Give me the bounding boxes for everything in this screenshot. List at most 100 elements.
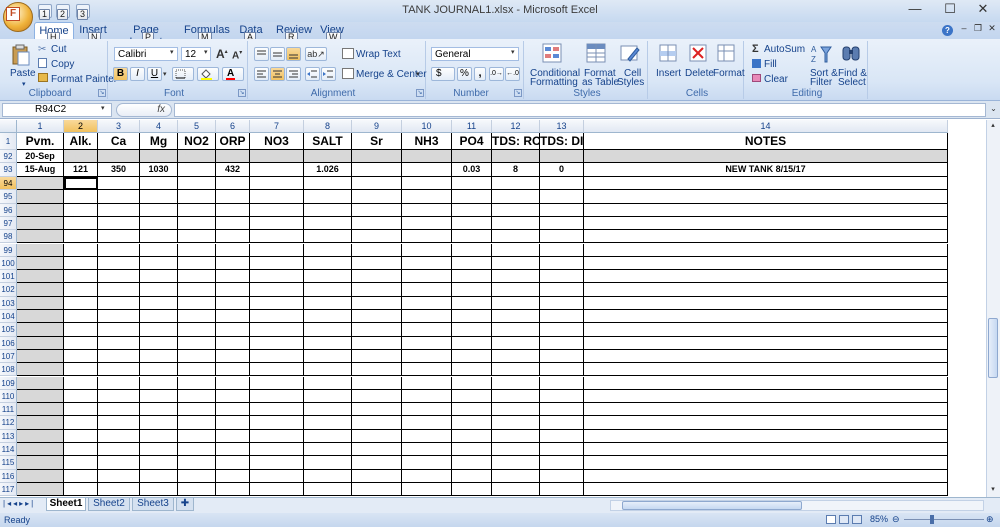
cell[interactable] [402, 256, 452, 271]
shrink-font-icon[interactable]: A▾ [232, 49, 242, 61]
cell[interactable] [492, 443, 540, 457]
insert-function-button[interactable]: fx [116, 103, 172, 117]
column-header[interactable]: 1 [17, 120, 64, 133]
copy-button[interactable]: Copy [51, 59, 74, 70]
row-header[interactable]: 97 [0, 216, 17, 231]
row-header[interactable]: 94 [0, 177, 17, 191]
cell[interactable] [304, 443, 352, 457]
paste-icon[interactable] [10, 44, 30, 66]
cell[interactable] [304, 203, 352, 217]
cell[interactable] [304, 349, 352, 364]
cell[interactable] [140, 203, 178, 217]
cell[interactable] [98, 403, 140, 417]
cell[interactable] [492, 323, 540, 337]
cell[interactable] [352, 150, 402, 163]
align-bottom-icon[interactable] [286, 47, 301, 61]
cell[interactable] [584, 177, 948, 191]
font-launcher-icon[interactable]: ↘ [238, 89, 246, 97]
cell[interactable] [178, 363, 216, 377]
row-header[interactable]: 1 [0, 133, 17, 150]
grow-font-icon[interactable]: A▴ [216, 47, 228, 61]
cell[interactable] [352, 416, 402, 430]
cell[interactable] [584, 389, 948, 404]
cell[interactable] [216, 323, 250, 337]
cell[interactable] [352, 456, 402, 470]
cell[interactable] [17, 190, 64, 204]
page-layout-view-icon[interactable] [839, 515, 849, 524]
header-cell[interactable]: PO4 [452, 133, 492, 150]
cell[interactable] [352, 283, 402, 297]
cell[interactable] [250, 270, 304, 284]
cell[interactable] [540, 296, 584, 310]
cell[interactable] [452, 416, 492, 430]
column-header[interactable]: 11 [452, 120, 492, 133]
cell[interactable] [584, 456, 948, 470]
cell[interactable] [64, 376, 98, 390]
row-header[interactable]: 106 [0, 336, 17, 350]
cell[interactable] [452, 270, 492, 284]
column-header[interactable]: 9 [352, 120, 402, 133]
cell[interactable] [492, 429, 540, 443]
column-header[interactable]: 8 [304, 120, 352, 133]
cell[interactable] [140, 296, 178, 310]
cell[interactable] [352, 469, 402, 483]
cell[interactable] [540, 177, 584, 191]
cell[interactable] [402, 203, 452, 217]
cell[interactable] [540, 203, 584, 217]
cell[interactable] [17, 349, 64, 364]
increase-indent-icon[interactable] [321, 67, 336, 81]
zoom-slider[interactable] [904, 519, 984, 520]
cell[interactable]: 1.026 [304, 163, 352, 177]
cell[interactable] [64, 389, 98, 404]
clear-button[interactable]: Clear [764, 74, 788, 85]
cell[interactable] [352, 429, 402, 443]
cell[interactable] [402, 296, 452, 310]
zoom-slider-thumb[interactable] [930, 515, 934, 524]
cell[interactable] [216, 310, 250, 324]
cell[interactable] [98, 230, 140, 244]
format-cells-button[interactable]: Format [713, 68, 745, 79]
cell[interactable] [584, 150, 948, 163]
row-header[interactable]: 116 [0, 469, 17, 483]
cell[interactable] [492, 177, 540, 191]
increase-decimal-icon[interactable]: .0→ [489, 67, 504, 81]
cell[interactable] [492, 389, 540, 404]
row-header[interactable]: 99 [0, 243, 17, 257]
font-color-icon[interactable]: A [222, 67, 244, 81]
cell[interactable] [140, 310, 178, 324]
cell[interactable] [584, 349, 948, 364]
align-right-icon[interactable] [286, 67, 301, 81]
cell[interactable] [402, 243, 452, 257]
cell[interactable] [304, 283, 352, 297]
cell[interactable] [64, 443, 98, 457]
cell[interactable] [540, 243, 584, 257]
cell[interactable] [304, 376, 352, 390]
cell[interactable]: 15-Aug [17, 163, 64, 177]
decrease-decimal-icon[interactable]: ←.0 [505, 67, 520, 81]
cell[interactable] [216, 296, 250, 310]
cell[interactable] [140, 456, 178, 470]
zoom-in-icon[interactable]: ⊕ [986, 514, 994, 525]
cell[interactable] [178, 456, 216, 470]
normal-view-icon[interactable] [826, 515, 836, 524]
cell[interactable] [584, 443, 948, 457]
cell[interactable] [452, 456, 492, 470]
comma-button[interactable]: , [474, 67, 486, 81]
column-header[interactable]: 6 [216, 120, 250, 133]
cell[interactable] [250, 283, 304, 297]
close-workbook-icon[interactable]: ✕ [986, 23, 998, 35]
column-header[interactable]: 10 [402, 120, 452, 133]
cell[interactable] [98, 310, 140, 324]
cell[interactable] [304, 363, 352, 377]
cell[interactable] [452, 482, 492, 497]
cell[interactable] [250, 429, 304, 443]
cell[interactable] [178, 243, 216, 257]
cell[interactable] [64, 482, 98, 497]
cell[interactable] [584, 203, 948, 217]
cell[interactable] [140, 469, 178, 483]
cell[interactable]: 1030 [140, 163, 178, 177]
cell[interactable] [250, 256, 304, 271]
row-header[interactable]: 92 [0, 150, 17, 163]
cell[interactable] [178, 190, 216, 204]
cell[interactable] [17, 336, 64, 350]
